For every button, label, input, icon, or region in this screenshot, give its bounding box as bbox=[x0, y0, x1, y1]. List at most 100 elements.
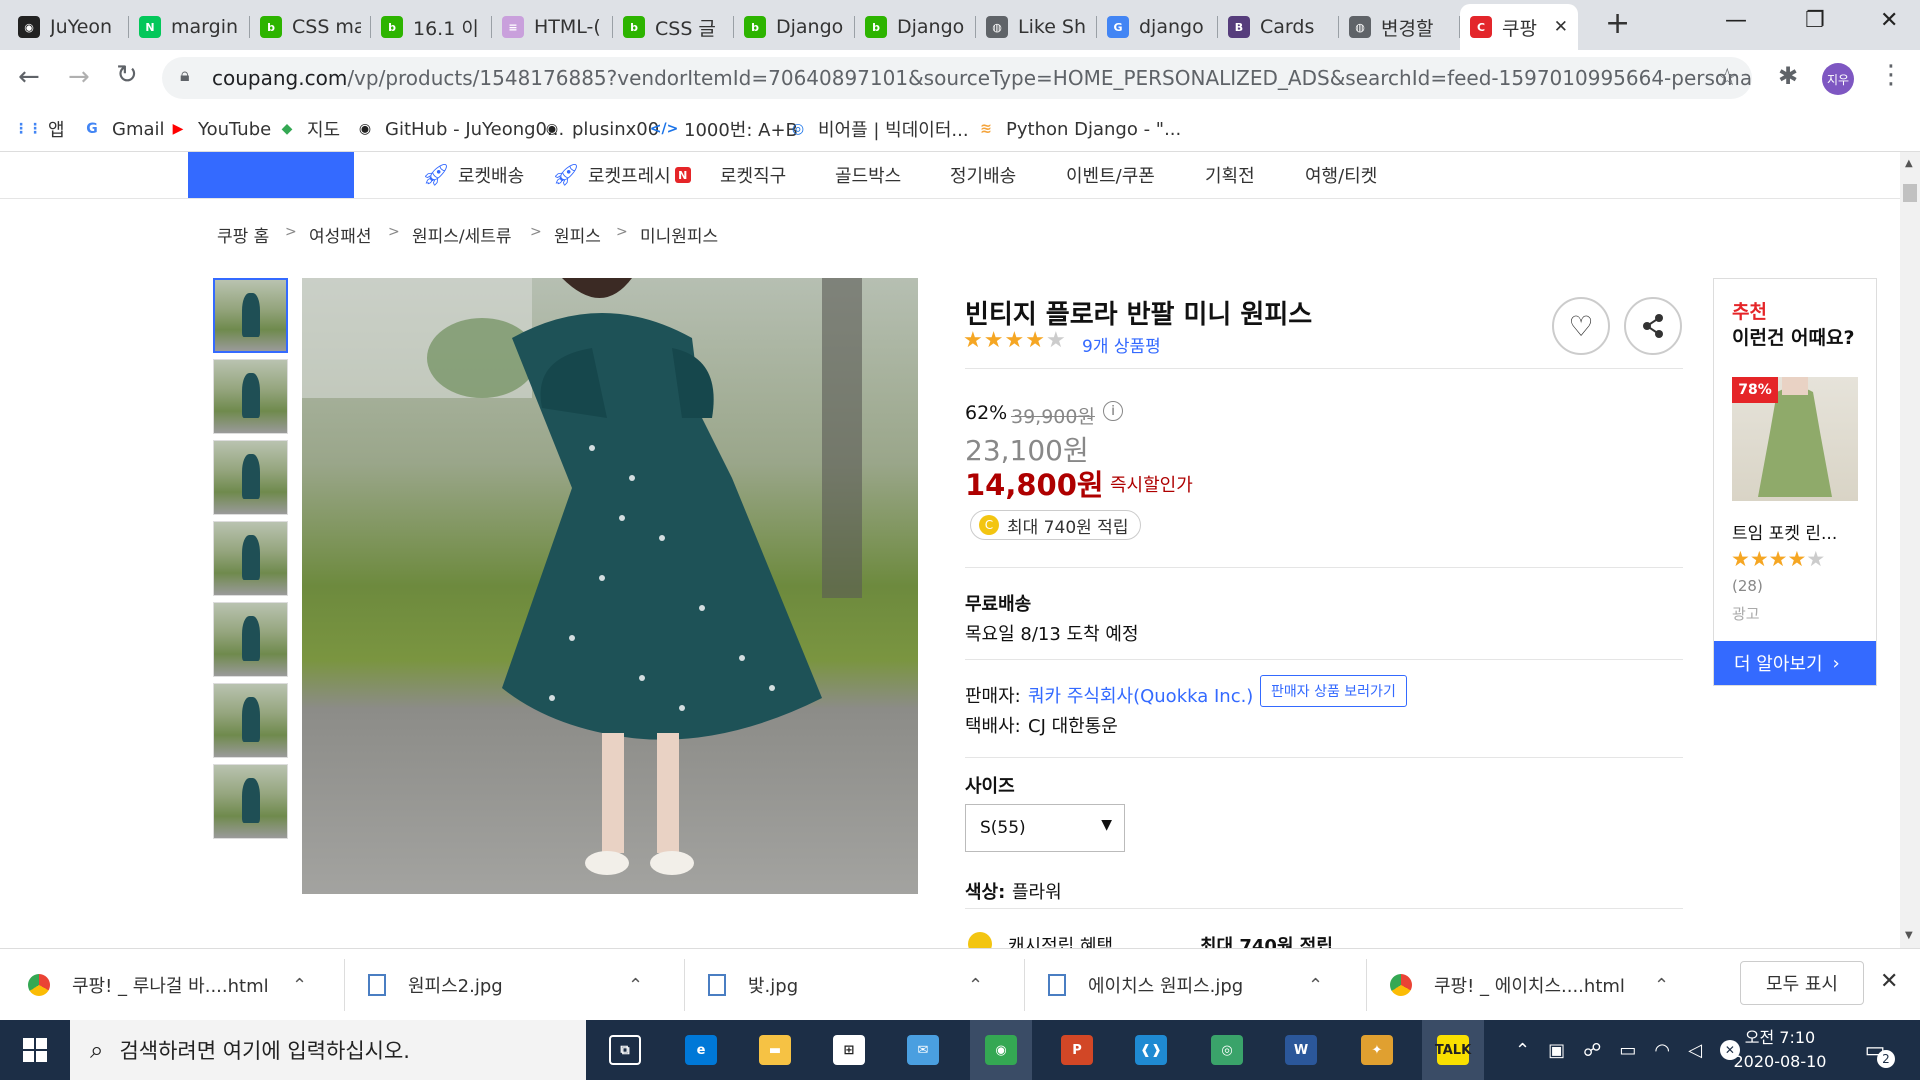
category-item[interactable]: 기획전 bbox=[1205, 152, 1255, 198]
taskbar-app[interactable]: ◉ bbox=[970, 1020, 1032, 1080]
address-bar[interactable]: 🔒︎ coupang.com/vp/products/1548176885?ve… bbox=[162, 57, 1752, 99]
share-button[interactable] bbox=[1624, 297, 1682, 355]
browser-tab[interactable]: b Django bbox=[855, 4, 976, 50]
learn-more-button[interactable]: 더 알아보기 › bbox=[1714, 641, 1876, 685]
close-window-icon[interactable]: ✕ bbox=[1880, 8, 1898, 33]
browser-tab[interactable]: Gdjango bbox=[1097, 4, 1218, 50]
download-item[interactable]: 쿠팡! _ 루나걸 바....html ⌃ bbox=[28, 963, 328, 1007]
browser-tab[interactable]: b Django bbox=[734, 4, 855, 50]
bookmark-item[interactable]: G Gmail bbox=[82, 114, 164, 144]
download-item[interactable]: 원피스2.jpg ⌃ bbox=[368, 963, 668, 1007]
recommend-item-name[interactable]: 트임 포켓 린... bbox=[1732, 519, 1837, 544]
bookmark-item[interactable]: ◉ GitHub - JuYeong0... bbox=[355, 114, 564, 144]
browser-tab[interactable]: B Cards bbox=[1218, 4, 1339, 50]
bookmark-item[interactable]: ◉ plusinx00 bbox=[542, 114, 659, 144]
close-downloads-icon[interactable]: ✕ bbox=[1880, 969, 1898, 994]
people-tray-icon[interactable]: ☍ bbox=[1583, 1040, 1601, 1061]
menu-icon[interactable]: ⋮ bbox=[1878, 60, 1904, 90]
taskbar-app[interactable]: W bbox=[1270, 1020, 1332, 1080]
browser-tab[interactable]: b CSS 글 bbox=[613, 4, 734, 50]
browser-tab[interactable]: ◍ Like Sh bbox=[976, 4, 1097, 50]
bookmark-item[interactable]: ⋮⋮ 앱 bbox=[14, 114, 65, 144]
seller-name-link[interactable]: 쿼카 주식회사(Quokka Inc.) bbox=[1028, 682, 1253, 708]
bookmark-item[interactable]: ◆ 지도 bbox=[277, 114, 341, 144]
category-menu-button[interactable] bbox=[188, 152, 354, 198]
action-center-button[interactable]: ▭ 2 bbox=[1855, 1032, 1895, 1068]
review-count-link[interactable]: 9개 상품평 bbox=[1082, 332, 1161, 357]
category-item[interactable]: 로켓직구 bbox=[720, 152, 786, 198]
seller-products-button[interactable]: 판매자 상품 보러가기 bbox=[1260, 675, 1407, 707]
chevron-up-icon[interactable]: ⌃ bbox=[292, 975, 307, 996]
profile-avatar[interactable]: 지우 bbox=[1822, 63, 1854, 95]
start-button[interactable] bbox=[0, 1020, 70, 1080]
show-all-downloads-button[interactable]: 모두 표시 bbox=[1740, 961, 1864, 1005]
bookmark-star-icon[interactable]: ☆ bbox=[1716, 63, 1738, 91]
browser-tab[interactable]: Nmargin bbox=[129, 4, 250, 50]
taskbar-app[interactable]: P bbox=[1046, 1020, 1108, 1080]
volume-icon[interactable]: ◁ bbox=[1688, 1040, 1702, 1061]
chevron-up-icon[interactable]: ⌃ bbox=[628, 975, 643, 996]
category-item[interactable]: 골드박스 bbox=[835, 152, 901, 198]
scroll-up-icon[interactable]: ▲ bbox=[1905, 158, 1913, 169]
download-item[interactable]: 밫.jpg ⌃ bbox=[708, 963, 1008, 1007]
battery-icon[interactable]: ▭ bbox=[1619, 1040, 1636, 1061]
taskbar-app[interactable]: ❰❱ bbox=[1120, 1020, 1182, 1080]
taskbar-search-box[interactable]: ⌕ 검색하려면 여기에 입력하십시오. bbox=[70, 1020, 586, 1080]
chevron-up-icon[interactable]: ⌃ bbox=[968, 975, 983, 996]
clock[interactable]: 오전 7:10 2020-08-10 bbox=[1730, 1026, 1830, 1074]
product-thumbnail[interactable] bbox=[213, 440, 288, 515]
taskbar-app[interactable]: e bbox=[670, 1020, 732, 1080]
product-thumbnail[interactable] bbox=[213, 359, 288, 434]
recommend-item-image[interactable]: 78% bbox=[1732, 377, 1858, 501]
size-select[interactable]: S(55) ▼ bbox=[965, 804, 1125, 852]
category-item[interactable]: 여행/티켓 bbox=[1305, 152, 1377, 198]
browser-tab[interactable]: ◉ JuYeon bbox=[8, 4, 129, 50]
taskbar-app[interactable]: ⊞ bbox=[818, 1020, 880, 1080]
back-icon[interactable]: ← bbox=[18, 62, 40, 92]
breadcrumb-item[interactable]: 여성패션 bbox=[309, 222, 372, 247]
category-item[interactable]: 정기배송 bbox=[950, 152, 1016, 198]
breadcrumb-item[interactable]: 쿠팡 홈 bbox=[217, 222, 269, 247]
camera-tray-icon[interactable]: ▣ bbox=[1548, 1040, 1565, 1061]
category-item[interactable]: 🚀︎ 로켓배송 bbox=[422, 152, 524, 198]
taskbar-app[interactable]: ▬ bbox=[744, 1020, 806, 1080]
wishlist-button[interactable]: ♡ bbox=[1552, 297, 1610, 355]
scroll-thumb[interactable] bbox=[1903, 184, 1917, 202]
download-item[interactable]: 쿠팡! _ 에이치스....html ⌃ bbox=[1390, 963, 1690, 1007]
browser-tab[interactable]: C 쿠팡 ✕ bbox=[1460, 4, 1578, 50]
bookmark-item[interactable]: ◎ 비어플 | 빅데이터... bbox=[788, 114, 969, 144]
bookmark-item[interactable]: ≋ Python Django - "... bbox=[976, 114, 1181, 144]
close-tab-icon[interactable]: ✕ bbox=[1554, 17, 1568, 37]
browser-tab[interactable]: b 16.1 이 bbox=[371, 4, 492, 50]
info-icon[interactable]: i bbox=[1103, 401, 1123, 421]
breadcrumb-item[interactable]: 원피스 bbox=[554, 222, 601, 247]
download-item[interactable]: 에이치스 원피스.jpg ⌃ bbox=[1048, 963, 1348, 1007]
browser-tab[interactable]: ≡ HTML-( bbox=[492, 4, 613, 50]
product-thumbnail[interactable] bbox=[213, 683, 288, 758]
taskbar-app[interactable]: ◎ bbox=[1196, 1020, 1258, 1080]
browser-tab[interactable]: b CSS ma bbox=[250, 4, 371, 50]
reload-icon[interactable]: ↻ bbox=[116, 60, 138, 90]
extensions-icon[interactable]: ✱ bbox=[1778, 62, 1798, 90]
product-main-image[interactable] bbox=[302, 278, 918, 894]
taskbar-app[interactable]: ✦ bbox=[1346, 1020, 1408, 1080]
new-tab-icon[interactable]: + bbox=[1605, 6, 1630, 41]
minimize-icon[interactable]: — bbox=[1725, 8, 1747, 33]
taskbar-app[interactable]: ✉ bbox=[892, 1020, 954, 1080]
taskbar-app[interactable]: ⧉ bbox=[594, 1020, 656, 1080]
category-item[interactable]: 🚀︎ 로켓프레시 N bbox=[552, 152, 691, 198]
restore-icon[interactable]: ❐ bbox=[1805, 8, 1825, 33]
page-scrollbar[interactable]: ▲ ▼ bbox=[1900, 152, 1920, 948]
product-thumbnail[interactable] bbox=[213, 278, 288, 353]
bookmark-item[interactable]: ▶ YouTube bbox=[168, 114, 272, 144]
bookmark-item[interactable]: </> 1000번: A+B bbox=[650, 114, 798, 144]
scroll-down-icon[interactable]: ▼ bbox=[1905, 930, 1913, 941]
category-item[interactable]: 이벤트/쿠폰 bbox=[1066, 152, 1155, 198]
taskbar-app[interactable]: TALK bbox=[1422, 1020, 1484, 1080]
wifi-icon[interactable]: ◠ bbox=[1654, 1040, 1670, 1061]
product-thumbnail[interactable] bbox=[213, 602, 288, 677]
chevron-up-icon[interactable]: ⌃ bbox=[1308, 975, 1323, 996]
tray-chevron-icon[interactable]: ⌃ bbox=[1515, 1040, 1530, 1061]
browser-tab[interactable]: ◍ 변경할 bbox=[1339, 4, 1460, 50]
breadcrumb-item[interactable]: 미니원피스 bbox=[640, 222, 718, 247]
